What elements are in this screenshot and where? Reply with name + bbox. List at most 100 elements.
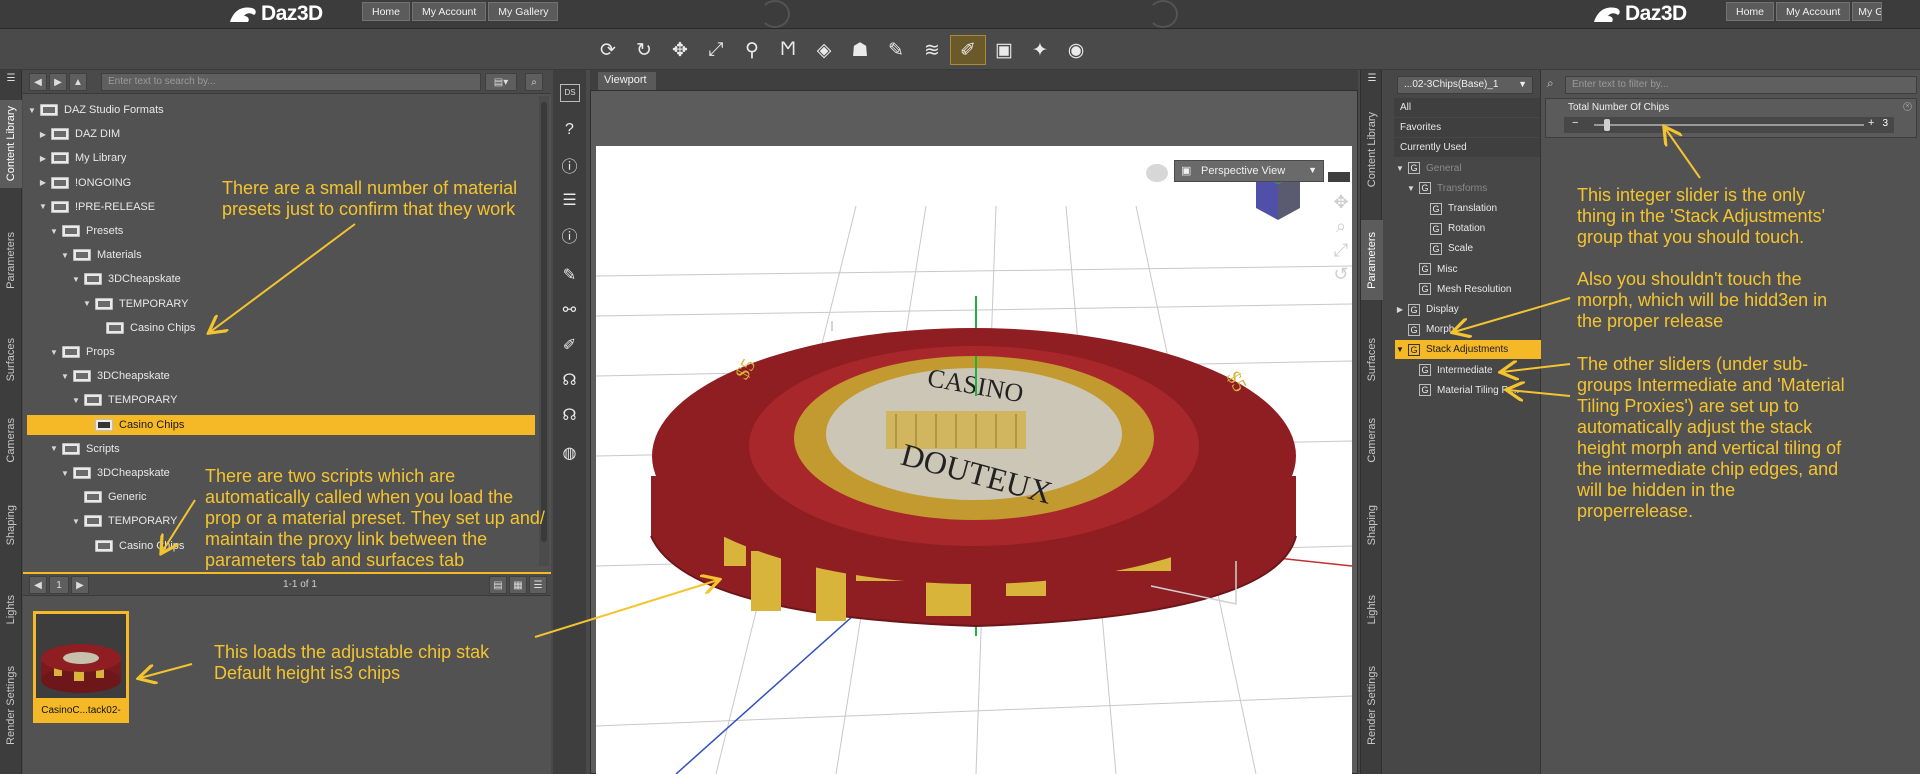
view-options-icon[interactable]: ▤▾ bbox=[485, 73, 517, 91]
parameter-group-item[interactable]: ▶ G Display bbox=[1395, 300, 1459, 319]
tree-item[interactable]: ▼ DAZ Studio Formats bbox=[27, 100, 164, 120]
render-icon[interactable]: ◉ bbox=[1058, 35, 1094, 65]
collapsed-arrow-icon[interactable]: ▶ bbox=[38, 130, 48, 139]
tree-item[interactable]: ▼ 3DCheapskate bbox=[71, 269, 181, 289]
daz3d-logo-right[interactable]: Daz3D bbox=[1592, 2, 1687, 26]
tree-item[interactable]: ▼ !PRE-RELEASE bbox=[38, 197, 155, 217]
filter-input[interactable]: Enter text to filter by... bbox=[1565, 76, 1917, 94]
collapsed-arrow-icon[interactable]: ▶ bbox=[1395, 305, 1405, 314]
expanded-arrow-icon[interactable]: ▼ bbox=[27, 106, 37, 115]
parameter-group-item[interactable]: G Morph bbox=[1395, 320, 1454, 339]
tab-surfaces[interactable]: Surfaces bbox=[1361, 325, 1383, 395]
tree-item[interactable]: ▼ Materials bbox=[60, 245, 142, 265]
collapsed-arrow-icon[interactable]: ▶ bbox=[38, 178, 48, 187]
rotate-tool-icon[interactable]: ↻ bbox=[626, 35, 662, 65]
parameter-group-item[interactable]: G Material Tiling Pr... bbox=[1406, 381, 1519, 400]
tab-lights[interactable]: Lights bbox=[0, 580, 22, 640]
grid-view-icon[interactable]: ▦ bbox=[509, 576, 527, 594]
tab-render-settings[interactable]: Render Settings bbox=[1361, 645, 1383, 765]
expanded-arrow-icon[interactable]: ▼ bbox=[71, 396, 81, 405]
expanded-arrow-icon[interactable]: ▼ bbox=[1395, 345, 1405, 354]
tree-item[interactable]: Casino Chips bbox=[93, 318, 195, 338]
menu-icon[interactable]: ☰ bbox=[1361, 70, 1383, 86]
collapsed-arrow-icon[interactable]: ▶ bbox=[38, 154, 48, 163]
morph-tool-icon[interactable]: Ϻ bbox=[770, 35, 806, 65]
nav-gallery-button[interactable]: My Gallery bbox=[488, 2, 559, 21]
reset-icon[interactable]: × bbox=[1903, 102, 1912, 111]
tree-item[interactable]: ▼ TEMPORARY bbox=[71, 390, 177, 410]
tab-cameras[interactable]: Cameras bbox=[1361, 405, 1383, 475]
expanded-arrow-icon[interactable]: ▼ bbox=[1395, 164, 1405, 173]
parameter-group-item[interactable]: G Mesh Resolution bbox=[1406, 280, 1511, 299]
spot-render-icon[interactable]: ✦ bbox=[1022, 35, 1058, 65]
expanded-arrow-icon[interactable]: ▼ bbox=[49, 227, 59, 236]
edit-icon[interactable]: ✎ bbox=[553, 260, 586, 290]
expanded-arrow-icon[interactable]: ▼ bbox=[60, 372, 70, 381]
hair-tool-icon[interactable]: ≋ bbox=[914, 35, 950, 65]
parameter-group-item[interactable]: Favorites bbox=[1394, 118, 1540, 138]
geometry-editor-icon[interactable]: ◈ bbox=[806, 35, 842, 65]
slider-decrement[interactable]: − bbox=[1572, 117, 1578, 129]
tree-item[interactable]: ▶ !ONGOING bbox=[38, 173, 131, 193]
figure-icon[interactable]: ☊ bbox=[553, 400, 586, 430]
active-pose-tool-icon[interactable]: ✐ bbox=[950, 35, 986, 65]
up-icon[interactable]: ▲ bbox=[69, 73, 87, 91]
tab-cameras[interactable]: Cameras bbox=[0, 405, 22, 475]
view-mode-select[interactable]: ▣ Perspective View ▼ bbox=[1174, 160, 1324, 182]
tab-lights[interactable]: Lights bbox=[1361, 580, 1383, 640]
parameter-group-item[interactable]: Currently Used bbox=[1394, 138, 1540, 158]
expanded-arrow-icon[interactable]: ▼ bbox=[82, 299, 92, 308]
tab-content-library[interactable]: Content Library bbox=[0, 100, 22, 188]
joint-editor-icon[interactable]: ⚲ bbox=[734, 35, 770, 65]
zoom-icon[interactable]: ▤ bbox=[489, 576, 507, 594]
tab-content-library[interactable]: Content Library bbox=[1361, 100, 1383, 200]
daz3d-logo[interactable]: Daz3D bbox=[228, 2, 323, 26]
camera-nav-controls[interactable]: ✥ ⌕ ⤢ ↺ bbox=[1330, 190, 1352, 286]
slider-handle[interactable] bbox=[1604, 119, 1610, 131]
tab-parameters[interactable]: Parameters bbox=[1361, 220, 1383, 300]
tab-render-settings[interactable]: Render Settings bbox=[0, 645, 22, 765]
tree-item[interactable]: Generic bbox=[71, 487, 147, 507]
next-page-icon[interactable]: ▶ bbox=[71, 576, 89, 594]
tree-item[interactable]: Casino Chips bbox=[82, 536, 184, 556]
scene-icon[interactable]: ☰ bbox=[553, 185, 586, 215]
expanded-arrow-icon[interactable]: ▼ bbox=[71, 275, 81, 284]
parameter-group-item[interactable]: ▼ G General bbox=[1395, 159, 1462, 178]
tab-shaping[interactable]: Shaping bbox=[1361, 490, 1383, 560]
tab-parameters[interactable]: Parameters bbox=[0, 220, 22, 300]
node-select[interactable]: ...02-3Chips(Base)_1 ▼ bbox=[1397, 76, 1533, 94]
list-view-icon[interactable]: ☰ bbox=[529, 576, 547, 594]
tree-item[interactable]: ▶ DAZ DIM bbox=[38, 124, 120, 144]
ds-logo-icon[interactable]: DS bbox=[560, 84, 580, 102]
parameter-group-item[interactable]: ▼ G Stack Adjustments bbox=[1395, 340, 1541, 360]
asset-thumbnail[interactable]: CasinoC...tack02- bbox=[33, 611, 129, 723]
expanded-arrow-icon[interactable]: ▼ bbox=[1406, 184, 1416, 193]
translate-tool-icon[interactable]: ✥ bbox=[662, 35, 698, 65]
surface-selection-icon[interactable]: ✎ bbox=[878, 35, 914, 65]
parameter-group-item[interactable]: ▼ G Transforms bbox=[1406, 179, 1487, 198]
nav-home-button[interactable]: Home bbox=[362, 2, 411, 21]
nav-account-button[interactable]: My Account bbox=[412, 2, 487, 21]
parameter-group-item[interactable]: G Translation bbox=[1417, 199, 1497, 218]
tree-item[interactable]: ▼ Presets bbox=[49, 221, 123, 241]
pose-icon[interactable]: ☊ bbox=[553, 365, 586, 395]
parameter-group-item[interactable]: G Scale bbox=[1417, 239, 1473, 258]
tree-item[interactable]: ▼ TEMPORARY bbox=[82, 294, 188, 314]
expanded-arrow-icon[interactable]: ▼ bbox=[60, 251, 70, 260]
nav-account-button[interactable]: My Account bbox=[1776, 2, 1851, 21]
slider-value[interactable]: 3 bbox=[1882, 118, 1888, 129]
aux-view-icon[interactable] bbox=[1146, 164, 1168, 182]
nav-gallery-button[interactable]: My Ga bbox=[1852, 2, 1883, 21]
search-icon[interactable]: ⌕ bbox=[525, 73, 543, 91]
scale-tool-icon[interactable]: ⤢ bbox=[698, 35, 734, 65]
universal-tool-icon[interactable]: ⟳ bbox=[590, 35, 626, 65]
tree-item[interactable]: ▼ 3DCheapskate bbox=[60, 463, 170, 483]
expanded-arrow-icon[interactable]: ▼ bbox=[71, 517, 81, 526]
page-number[interactable]: 1 bbox=[49, 576, 69, 594]
expanded-arrow-icon[interactable]: ▼ bbox=[49, 348, 59, 357]
camera-tool-icon[interactable]: ▣ bbox=[986, 35, 1022, 65]
back-icon[interactable]: ◀ bbox=[29, 73, 47, 91]
help-icon[interactable]: ⓘ bbox=[553, 150, 586, 180]
expanded-arrow-icon[interactable]: ▼ bbox=[60, 469, 70, 478]
forward-icon[interactable]: ▶ bbox=[49, 73, 67, 91]
